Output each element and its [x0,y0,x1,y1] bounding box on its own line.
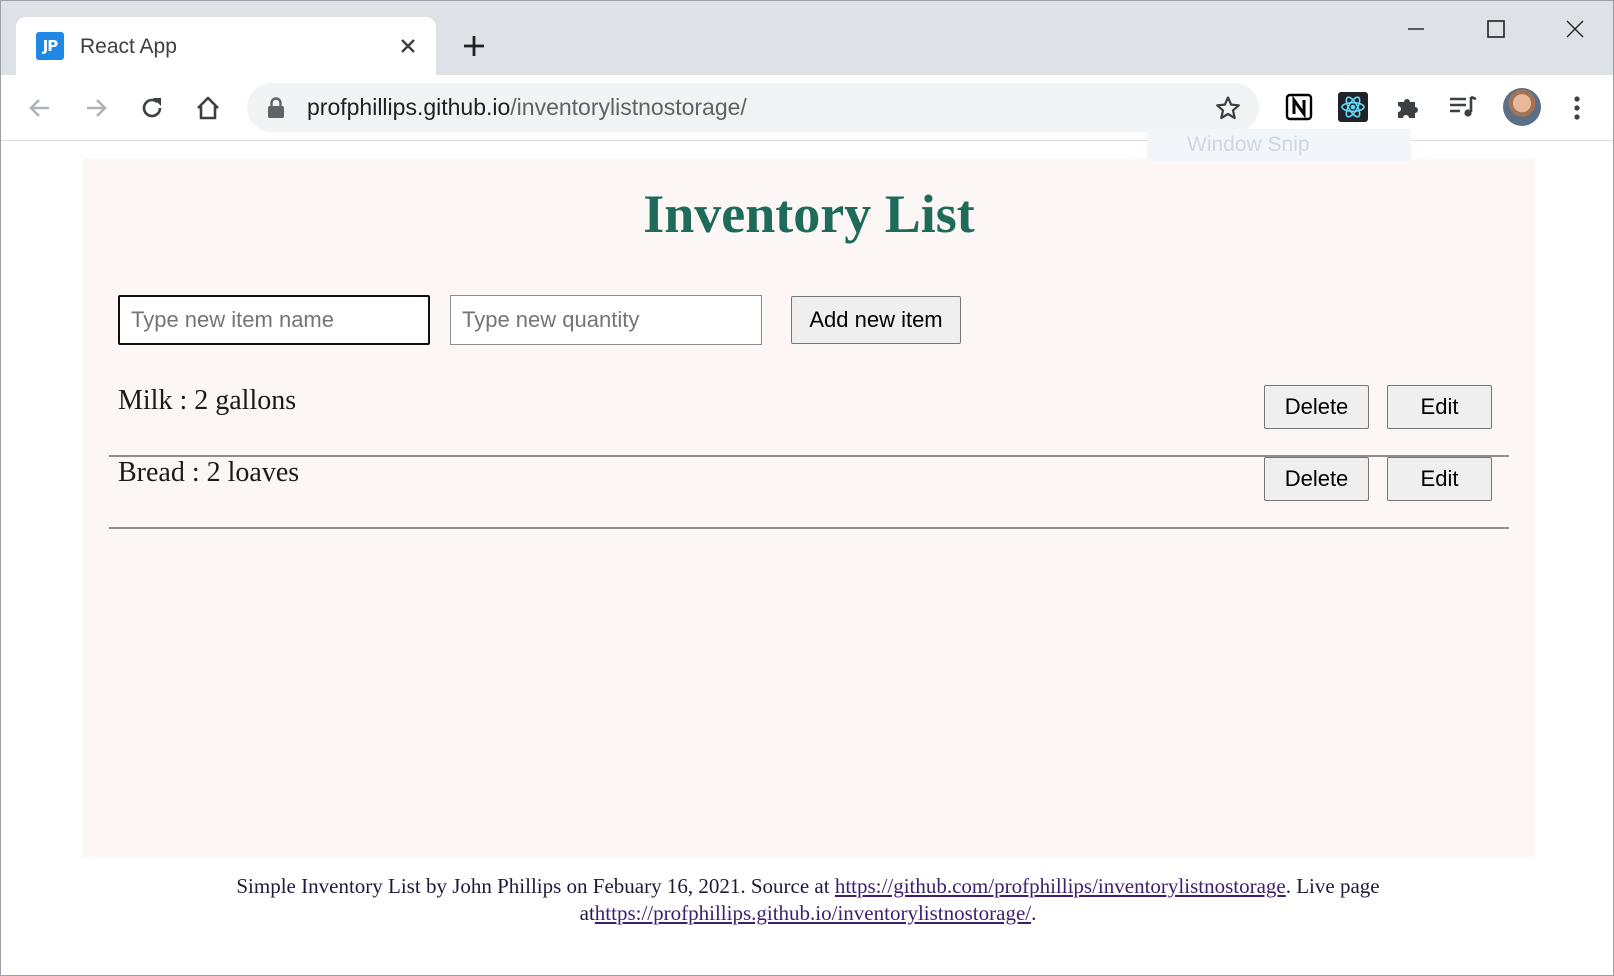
lock-icon[interactable] [267,97,285,124]
live-page-link[interactable]: https://profphillips.github.io/inventory… [595,901,1031,925]
minimize-icon[interactable] [1391,9,1441,49]
delete-button[interactable]: Delete [1264,385,1369,429]
edit-button[interactable]: Edit [1387,385,1492,429]
item-text: Bread : 2 loaves [118,457,300,488]
tab-strip: JP React App [1,1,1613,75]
item-name-input[interactable] [118,295,430,345]
kebab-menu-icon[interactable] [1557,88,1597,128]
home-icon[interactable] [188,88,228,128]
list-item: Milk : 2 gallons Delete Edit [109,385,1509,457]
favicon-icon: JP [36,32,64,60]
url-path: /inventorylistnostorage/ [510,94,747,120]
media-queue-icon[interactable] [1447,91,1479,123]
new-tab-icon[interactable] [457,29,491,63]
tab-title: React App [80,35,177,58]
tab-close-icon[interactable] [394,32,422,60]
delete-button[interactable]: Delete [1264,457,1369,501]
footer-text: . [1031,901,1037,925]
maximize-icon[interactable] [1471,9,1521,49]
star-icon[interactable] [1213,93,1243,123]
browser-window: JP React App profphillips.github.io/inve… [0,0,1614,976]
forward-icon[interactable] [76,88,116,128]
add-new-item-button[interactable]: Add new item [791,296,961,344]
footer: Simple Inventory List by John Phillips o… [1,873,1613,927]
url-text[interactable]: profphillips.github.io/inventorylistnost… [307,94,747,121]
page-title: Inventory List [643,184,975,244]
reload-icon[interactable] [132,88,172,128]
window-snip-overlay: Window Snip [1147,129,1411,161]
footer-line-1: Simple Inventory List by John Phillips o… [1,873,1613,900]
react-devtools-icon[interactable] [1337,91,1369,123]
tab-react-app[interactable]: JP React App [16,17,436,75]
footer-text: . Live page [1285,874,1380,898]
app-container: Inventory List Add new item Milk : 2 gal… [83,159,1535,857]
source-link[interactable]: https://github.com/profphillips/inventor… [835,874,1286,898]
close-icon[interactable] [1550,9,1600,49]
back-icon[interactable] [20,88,60,128]
profile-avatar[interactable] [1503,88,1541,126]
edit-button[interactable]: Edit [1387,457,1492,501]
notion-extension-icon[interactable] [1283,91,1315,123]
url-host: profphillips.github.io [307,94,511,120]
footer-line-2: athttps://profphillips.github.io/invento… [1,900,1613,927]
address-bar[interactable]: profphillips.github.io/inventorylistnost… [247,83,1259,132]
footer-text: at [579,901,595,925]
extensions-puzzle-icon[interactable] [1392,91,1424,123]
footer-text: Simple Inventory List by John Phillips o… [236,874,835,898]
item-text: Milk : 2 gallons [118,385,297,416]
quantity-input[interactable] [450,295,762,345]
list-item: Bread : 2 loaves Delete Edit [109,457,1509,529]
